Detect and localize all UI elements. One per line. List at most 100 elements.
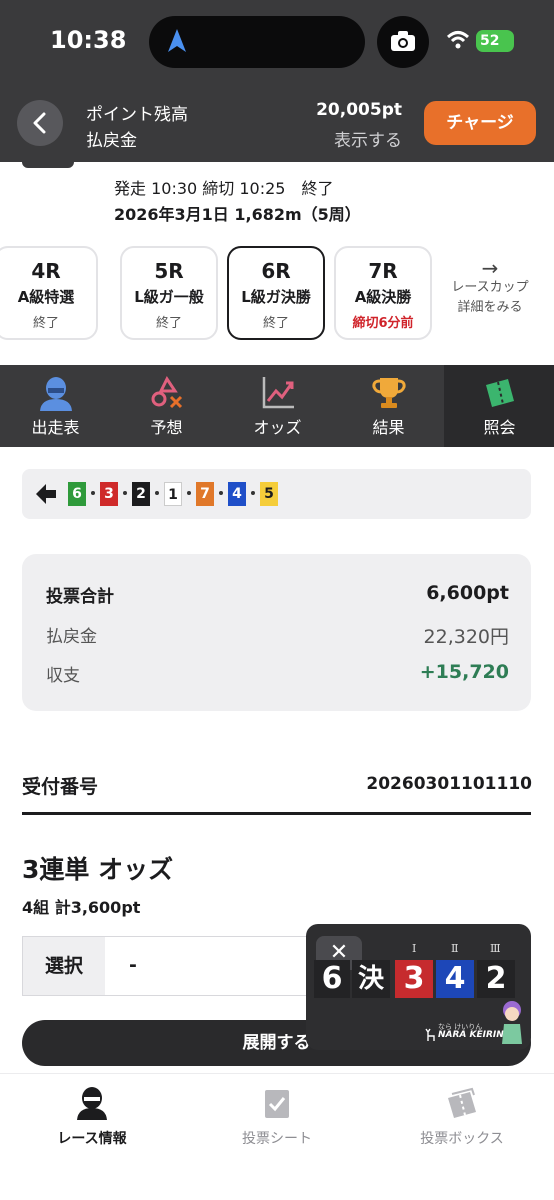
tab-label: オッズ (253, 418, 302, 437)
race-cup-link[interactable]: → レースカップ 詳細をみる (440, 258, 540, 318)
race-number: 5R (154, 259, 184, 283)
sequence-separator (219, 491, 223, 495)
cup-link-line1: レースカップ (451, 280, 529, 295)
tickets-icon (448, 1087, 476, 1118)
bike-number-6: 6 (68, 482, 86, 506)
result-race-type: 決 (352, 960, 390, 998)
rank-third-header: Ⅲ (490, 942, 501, 955)
nav-race-info[interactable]: レース情報 (0, 1074, 184, 1184)
odds-title: 3連単 オッズ (22, 855, 174, 884)
race-class: L級ガ一般 (134, 288, 204, 306)
refund-total-label: 払戻金 (46, 627, 97, 647)
sequence-separator (155, 491, 159, 495)
sequence-separator (91, 491, 95, 495)
prediction-icon (151, 376, 183, 409)
race-card-5r[interactable]: 5R L級ガ一般 終了 (120, 246, 218, 340)
tab-results[interactable]: 結果 (333, 365, 444, 447)
nav-label: 投票ボックス (420, 1131, 504, 1147)
tab-inquiry[interactable]: 照会 (444, 365, 554, 447)
odds-chart-icon (262, 377, 294, 409)
navigation-arrow-icon (168, 29, 186, 52)
result-third: 2 (477, 960, 515, 998)
arrow-right-icon: → (481, 256, 499, 280)
tab-label: 結果 (372, 418, 405, 437)
status-time: 10:38 (50, 26, 127, 54)
race-status: 終了 (262, 316, 289, 331)
dynamic-island (149, 16, 365, 68)
race-status: 終了 (32, 316, 59, 331)
rank-second-header: Ⅱ (451, 942, 459, 955)
ticket-icon (486, 379, 514, 407)
tab-label: 照会 (483, 418, 516, 437)
tab-entries[interactable]: 出走表 (0, 365, 111, 447)
nav-bet-sheet[interactable]: 投票シート (185, 1074, 369, 1184)
sequence-separator (187, 491, 191, 495)
race-tabbar: 出走表 予想 オッズ 結果 照会 (0, 365, 554, 447)
race-card-4r[interactable]: 4R A級特選 終了 (0, 246, 98, 340)
tab-label: 予想 (150, 418, 183, 437)
race-result-video[interactable]: ✕ Ⅰ Ⅱ Ⅲ 6 決 3 4 2 なら けいりん NARA KEIRIN (306, 924, 531, 1050)
points-balance-value: 20,005pt (316, 100, 402, 120)
bike-number-1: 1 (164, 482, 182, 506)
chevron-left-icon (33, 112, 46, 134)
line-formation: 6321745 (22, 469, 531, 519)
charge-button[interactable]: チャージ (424, 101, 536, 145)
camera-indicator (377, 16, 429, 68)
tab-label: 出走表 (31, 418, 80, 437)
race-class: L級ガ決勝 (241, 288, 311, 306)
race-number: 6R (261, 259, 291, 283)
rank-first-header: Ⅰ (412, 942, 417, 955)
bike-number-7: 7 (196, 482, 214, 506)
bottom-navigation: レース情報 投票シート 投票ボックス (0, 1073, 554, 1200)
race-class: A級決勝 (354, 288, 412, 306)
race-number: 7R (368, 259, 398, 283)
race-date-distance: 2026年3月1日 1,682m（5周） (114, 205, 361, 224)
points-header: ポイント残高 払戻金 20,005pt 表示する チャージ (0, 84, 554, 162)
refund-label: 払戻金 (86, 131, 137, 151)
back-button[interactable] (17, 100, 63, 146)
bike-number-3: 3 (100, 482, 118, 506)
camera-icon (391, 31, 415, 51)
points-balance-label: ポイント残高 (86, 105, 188, 125)
racer-icon (40, 377, 72, 411)
balance-value: +15,720 (419, 661, 509, 683)
race-card-7r[interactable]: 7R A級決勝 締切6分前 (334, 246, 432, 340)
result-second: 4 (436, 960, 474, 998)
betting-summary: 投票合計 6,600pt 払戻金 22,320円 収支 +15,720 (22, 554, 531, 711)
race-status: 終了 (155, 316, 182, 331)
trophy-icon (372, 378, 406, 408)
status-bar: 10:38 52 (0, 0, 554, 84)
scrolled-item-edge (22, 162, 74, 168)
cup-link-line2: 詳細をみる (457, 300, 523, 315)
odds-summary: 4組 計3,600pt (22, 898, 141, 917)
total-bet-label: 投票合計 (46, 587, 114, 607)
nav-bet-box[interactable]: 投票ボックス (370, 1074, 554, 1184)
selection-label: 選択 (23, 937, 105, 995)
result-race-number: 6 (314, 960, 350, 998)
tab-prediction[interactable]: 予想 (111, 365, 222, 447)
bike-number-4: 4 (228, 482, 246, 506)
sequence-separator (251, 491, 255, 495)
checklist-icon (265, 1090, 289, 1118)
race-number: 4R (31, 259, 61, 283)
wifi-icon (446, 31, 470, 49)
receipt-number-label: 受付番号 (22, 776, 99, 798)
battery-level: 52 (480, 33, 500, 49)
refund-total-value: 22,320円 (423, 626, 509, 648)
mascot-icon (502, 1001, 522, 1044)
battery-indicator: 52 (476, 30, 514, 52)
race-card-6r[interactable]: 6R L級ガ決勝 終了 (227, 246, 325, 340)
nara-keirin-logo: NARA KEIRIN (438, 1030, 504, 1040)
nav-label: レース情報 (57, 1131, 127, 1147)
selection-value: - (129, 954, 137, 976)
race-class: A級特選 (17, 288, 75, 306)
result-first: 3 (395, 960, 433, 998)
racer-helmet-icon (77, 1087, 107, 1120)
show-refund-link[interactable]: 表示する (334, 126, 402, 151)
bike-number-2: 2 (132, 482, 150, 506)
deer-logo-icon (425, 1028, 435, 1041)
receipt-number-value: 20260301101110 (366, 774, 532, 794)
race-schedule: 発走 10:30 締切 10:25 終了 (114, 179, 334, 198)
tab-odds[interactable]: オッズ (222, 365, 333, 447)
divider (22, 812, 531, 815)
